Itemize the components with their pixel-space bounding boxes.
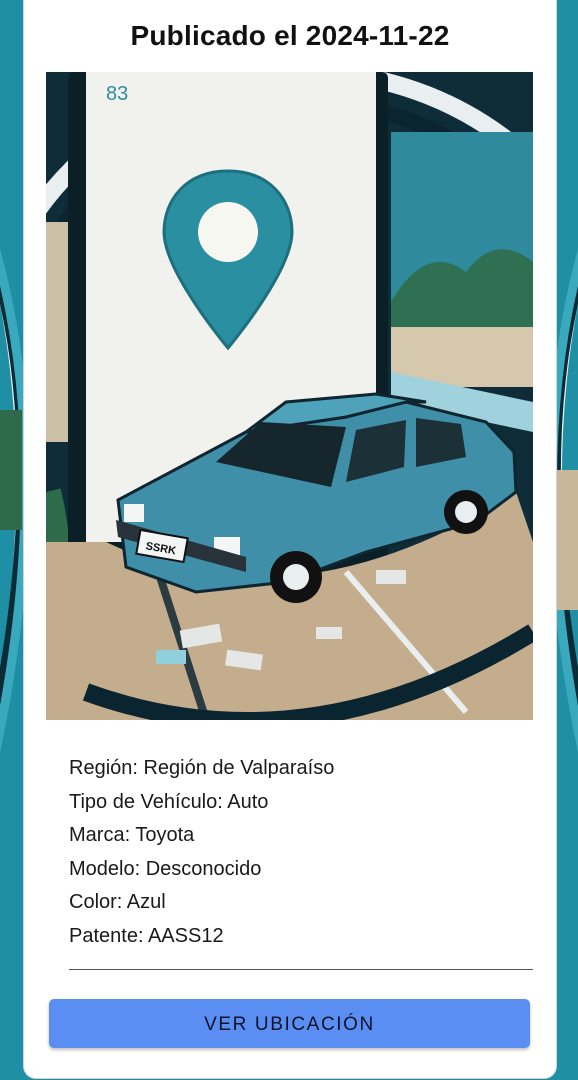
detail-vehicle-type: Tipo de Vehículo: Auto — [69, 790, 269, 813]
detail-brand: Marca: Toyota — [69, 824, 195, 847]
detail-model: Modelo: Desconocido — [69, 857, 262, 880]
view-location-button[interactable]: VER UBICACIÓN — [49, 999, 530, 1048]
divider — [69, 969, 533, 970]
corner-digits: 83 — [106, 83, 128, 105]
listing-card: Publicado el 2024-11-22 SSRK 83 Región: … — [24, 0, 556, 1078]
vehicle-illustration: SSRK 83 — [46, 72, 533, 720]
detail-region: Región: Región de Valparaíso — [69, 757, 335, 779]
vehicle-details: Región: Región de Valparaíso Tipo de Veh… — [69, 752, 529, 954]
page-title: Publicado el 2024-11-22 — [130, 20, 450, 51]
detail-color: Color: Azul — [69, 891, 166, 914]
detail-plate: Patente: AASS12 — [69, 924, 224, 947]
